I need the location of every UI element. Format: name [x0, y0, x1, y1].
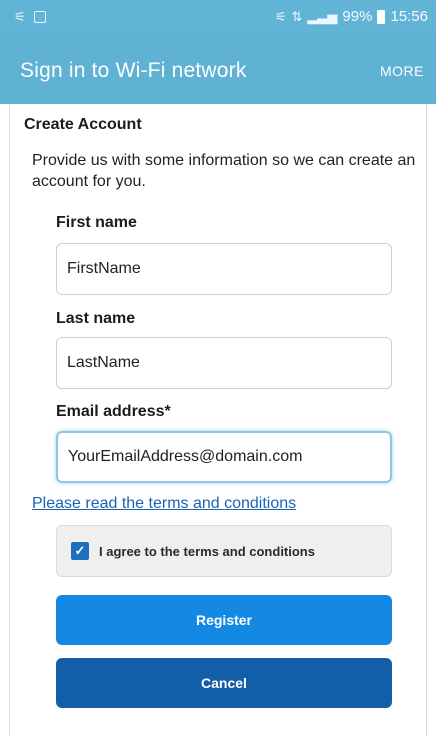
- register-button[interactable]: Register: [56, 595, 392, 645]
- image-notification-icon: [33, 11, 46, 23]
- battery-icon: [377, 9, 386, 24]
- more-button[interactable]: MORE: [380, 63, 424, 79]
- wifi-signal-icon: ⚟: [274, 8, 287, 24]
- battery-percent: 99%: [342, 8, 373, 25]
- email-field[interactable]: [56, 431, 392, 483]
- cancel-button[interactable]: Cancel: [56, 658, 392, 708]
- first-name-label: First name: [56, 214, 137, 231]
- checkbox-checked-icon[interactable]: ✓: [71, 542, 89, 560]
- status-right-icons: ⚟ ⇅ ▂▃▅ 99% 15:56: [275, 8, 428, 25]
- first-name-field[interactable]: [56, 243, 392, 295]
- data-icon: ⇅: [291, 8, 303, 24]
- page-title: Sign in to Wi-Fi network: [20, 59, 247, 82]
- last-name-field[interactable]: [56, 337, 392, 389]
- terms-link[interactable]: Please read the terms and conditions: [32, 495, 296, 513]
- agree-label: I agree to the terms and conditions: [99, 543, 315, 559]
- agree-checkbox-row[interactable]: ✓ I agree to the terms and conditions: [56, 525, 392, 577]
- status-left-icons: ⚟: [14, 9, 46, 25]
- form-heading: Create Account: [24, 116, 142, 133]
- wifi-portal-icon: ⚟: [14, 9, 26, 24]
- app-bar: Sign in to Wi-Fi network MORE: [0, 34, 436, 104]
- cell-signal-icon: ▂▃▅: [307, 8, 338, 24]
- form-intro: Provide us with some information so we c…: [32, 152, 416, 190]
- clock: 15:56: [390, 8, 428, 25]
- email-label: Email address*: [56, 403, 171, 420]
- last-name-label: Last name: [56, 310, 136, 327]
- status-bar: ⚟ ⚟ ⇅ ▂▃▅ 99% 15:56: [0, 0, 436, 34]
